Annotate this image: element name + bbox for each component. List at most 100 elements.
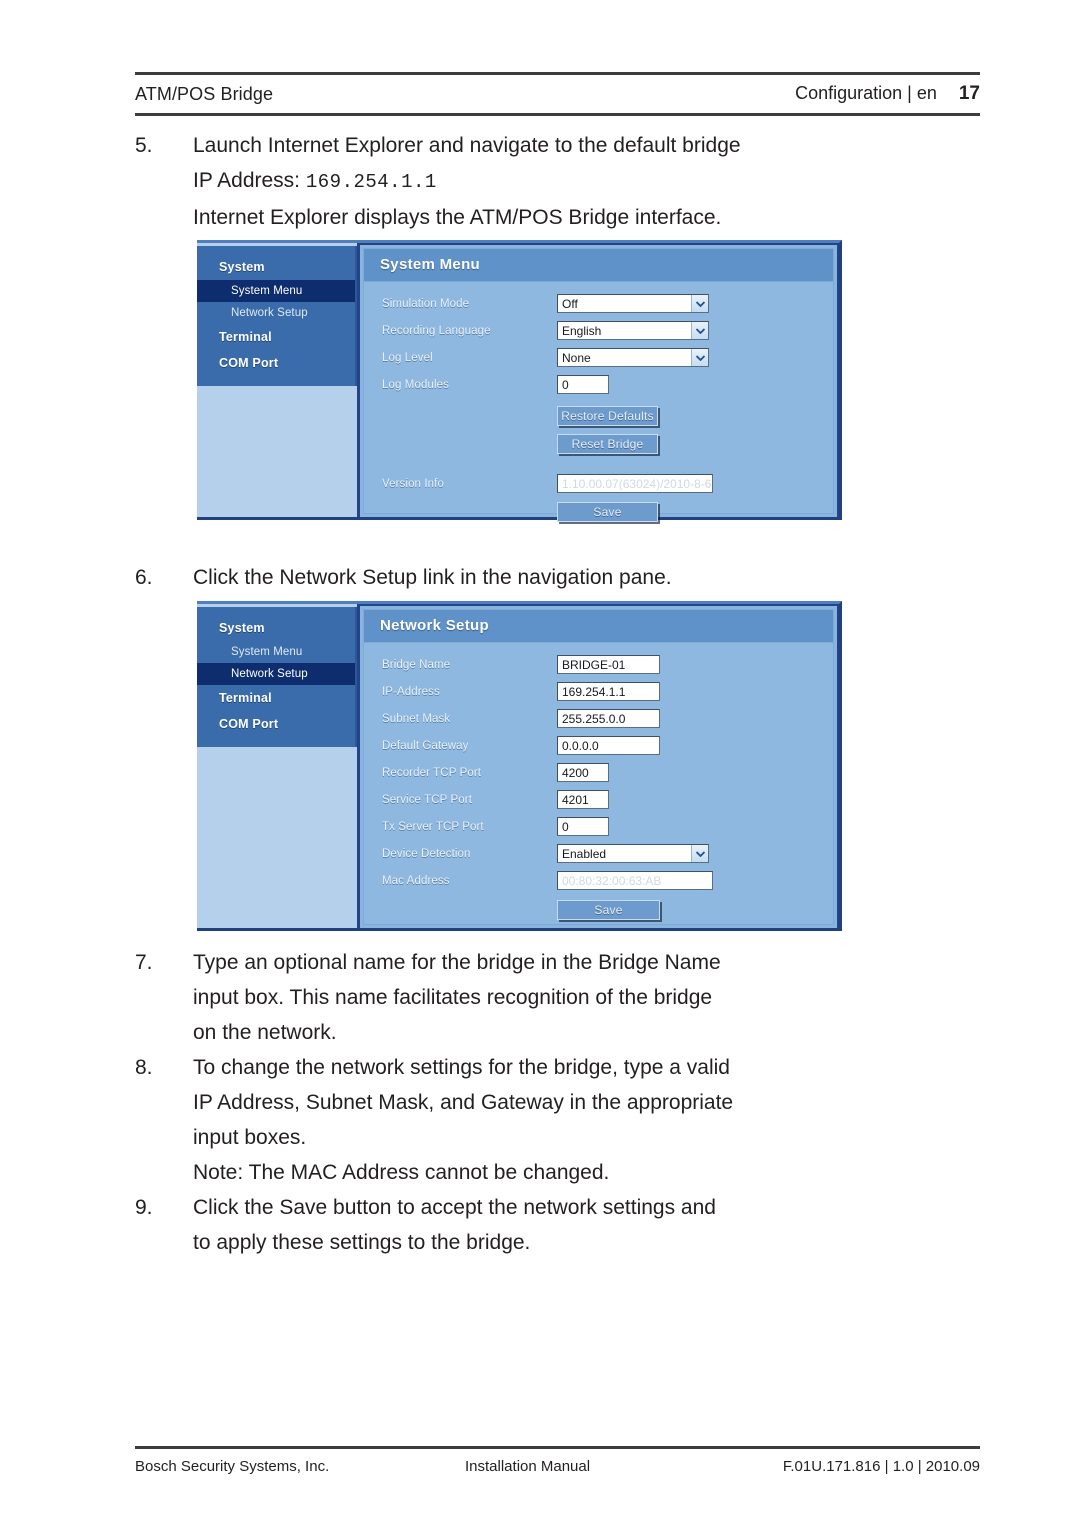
system-menu-save-row: Save <box>364 502 833 522</box>
restore-defaults-row: Restore Defaults <box>364 406 833 426</box>
step-8-line-3: input boxes. <box>193 1126 307 1149</box>
step-7-number: 7. <box>135 951 153 974</box>
screenshot-network-setup: System System Menu Network Setup Termina… <box>197 601 842 931</box>
step-9-line-2: to apply these settings to the bridge. <box>193 1231 531 1254</box>
manual-page: ATM/POS Bridge Configuration | en 17 5. … <box>0 0 1080 1529</box>
sidebar-item-network-setup[interactable]: Network Setup <box>197 663 355 685</box>
field-device-detection: Device Detection Enabled <box>364 844 833 863</box>
device-detection-select[interactable]: Enabled <box>557 844 709 863</box>
version-info-value: 1.10.00.07(63024)/2010-8-6 <box>562 476 712 491</box>
field-recorder-tcp-port: Recorder TCP Port 4200 <box>364 763 833 782</box>
system-menu-nav-box: System System Menu Network Setup Termina… <box>197 246 357 386</box>
service-tcp-port-input[interactable]: 4201 <box>557 790 609 809</box>
sidebar-item-system-menu[interactable]: System Menu <box>197 280 355 302</box>
field-ip-address: IP-Address 169.254.1.1 <box>364 682 833 701</box>
field-bridge-name: Bridge Name BRIDGE-01 <box>364 655 833 674</box>
simulation-mode-select[interactable]: Off <box>557 294 709 313</box>
recorder-tcp-port-input[interactable]: 4200 <box>557 763 609 782</box>
device-detection-value: Enabled <box>562 846 607 861</box>
field-default-gateway: Default Gateway 0.0.0.0 <box>364 736 833 755</box>
sidebar-group-terminal[interactable]: Terminal <box>197 685 355 711</box>
tx-server-tcp-port-input[interactable]: 0 <box>557 817 609 836</box>
step-5-line-3: Internet Explorer displays the ATM/POS B… <box>193 206 722 229</box>
sidebar-group-com-port[interactable]: COM Port <box>197 350 355 376</box>
step-7-body: Type an optional name for the bridge in … <box>193 945 980 1050</box>
sidebar-item-system-menu[interactable]: System Menu <box>197 641 355 663</box>
simulation-mode-value: Off <box>562 296 578 311</box>
field-log-modules: Log Modules 0 <box>364 375 833 394</box>
step-8-note: Note: The MAC Address cannot be changed. <box>193 1161 610 1184</box>
default-gateway-input[interactable]: 0.0.0.0 <box>557 736 660 755</box>
step-5-line-2: IP Address: 169.254.1.1 <box>193 163 980 200</box>
field-version-info-label: Version Info <box>382 477 444 490</box>
chevron-down-icon <box>691 845 708 862</box>
network-setup-save-row: Save <box>364 900 833 920</box>
step-6-number: 6. <box>135 566 153 589</box>
subnet-mask-value: 255.255.0.0 <box>562 711 626 726</box>
save-button[interactable]: Save <box>557 502 658 522</box>
step-8-number: 8. <box>135 1056 153 1079</box>
field-bridge-name-label: Bridge Name <box>382 658 451 671</box>
chevron-down-icon <box>691 295 708 312</box>
field-device-detection-label: Device Detection <box>382 847 471 860</box>
step-6-line-1: Click the Network Setup link in the navi… <box>193 566 672 589</box>
network-setup-nav-box: System System Menu Network Setup Termina… <box>197 607 357 747</box>
bridge-name-input[interactable]: BRIDGE-01 <box>557 655 660 674</box>
chevron-down-icon <box>691 349 708 366</box>
default-gateway-value: 0.0.0.0 <box>562 738 599 753</box>
network-setup-panel-title: Network Setup <box>364 610 833 643</box>
field-mac-address-label: Mac Address <box>382 874 450 887</box>
save-button[interactable]: Save <box>557 900 660 920</box>
ip-address-value: 169.254.1.1 <box>562 684 626 699</box>
log-level-select[interactable]: None <box>557 348 709 367</box>
network-setup-panel: Network Setup Bridge Name BRIDGE-01 IP-A… <box>363 609 834 925</box>
header-section-label: Configuration | en <box>795 83 937 103</box>
sidebar-item-network-setup[interactable]: Network Setup <box>197 302 355 324</box>
recording-language-select[interactable]: English <box>557 321 709 340</box>
field-ip-address-label: IP-Address <box>382 685 440 698</box>
system-menu-panel: System Menu Simulation Mode Off Recordin… <box>363 248 834 522</box>
field-recorder-tcp-port-label: Recorder TCP Port <box>382 766 482 779</box>
field-log-level: Log Level None <box>364 348 833 367</box>
log-modules-input[interactable]: 0 <box>557 375 609 394</box>
recorder-tcp-port-value: 4200 <box>562 765 589 780</box>
mac-address-value: 00:80:32:00:63:AB <box>562 873 662 888</box>
bridge-name-value: BRIDGE-01 <box>562 657 626 672</box>
field-default-gateway-label: Default Gateway <box>382 739 469 752</box>
page-footer: Bosch Security Systems, Inc. Installatio… <box>135 1446 980 1475</box>
ip-address-input[interactable]: 169.254.1.1 <box>557 682 660 701</box>
footer-reference: F.01U.171.816 | 1.0 | 2010.09 <box>782 1458 980 1475</box>
field-service-tcp-port-label: Service TCP Port <box>382 793 473 806</box>
reset-bridge-button[interactable]: Reset Bridge <box>557 434 658 454</box>
sidebar-group-system: System <box>219 260 265 274</box>
network-setup-nav-column: System System Menu Network Setup Termina… <box>197 604 357 928</box>
footer-company: Bosch Security Systems, Inc. <box>135 1458 330 1475</box>
field-simulation-mode-label: Simulation Mode <box>382 297 470 310</box>
sidebar-group-terminal[interactable]: Terminal <box>197 324 355 350</box>
sidebar-group-com-port[interactable]: COM Port <box>197 711 355 737</box>
step-8-body: To change the network settings for the b… <box>193 1050 980 1190</box>
field-recording-language: Recording Language English <box>364 321 833 340</box>
step-9: 9. Click the Save button to accept the n… <box>135 1190 980 1260</box>
step-8: 8. To change the network settings for th… <box>135 1050 980 1190</box>
step-8-line-1: To change the network settings for the b… <box>193 1056 730 1079</box>
field-mac-address: Mac Address 00:80:32:00:63:AB <box>364 871 833 890</box>
network-setup-panel-body: Bridge Name BRIDGE-01 IP-Address 169.254… <box>364 643 833 938</box>
field-service-tcp-port: Service TCP Port 4201 <box>364 790 833 809</box>
header-right-group: Configuration | en 17 <box>795 83 980 105</box>
restore-defaults-button[interactable]: Restore Defaults <box>557 406 658 426</box>
step-5: 5. Launch Internet Explorer and navigate… <box>135 128 980 235</box>
sidebar-group-system: System <box>219 621 265 635</box>
field-log-modules-label: Log Modules <box>382 378 449 391</box>
subnet-mask-input[interactable]: 255.255.0.0 <box>557 709 660 728</box>
step-9-number: 9. <box>135 1196 153 1219</box>
step-8-line-2: IP Address, Subnet Mask, and Gateway in … <box>193 1091 734 1114</box>
reset-bridge-row: Reset Bridge <box>364 434 833 454</box>
field-subnet-mask: Subnet Mask 255.255.0.0 <box>364 709 833 728</box>
step-5-body: Launch Internet Explorer and navigate to… <box>193 128 980 235</box>
screenshot-system-menu: System System Menu Network Setup Termina… <box>197 240 842 522</box>
